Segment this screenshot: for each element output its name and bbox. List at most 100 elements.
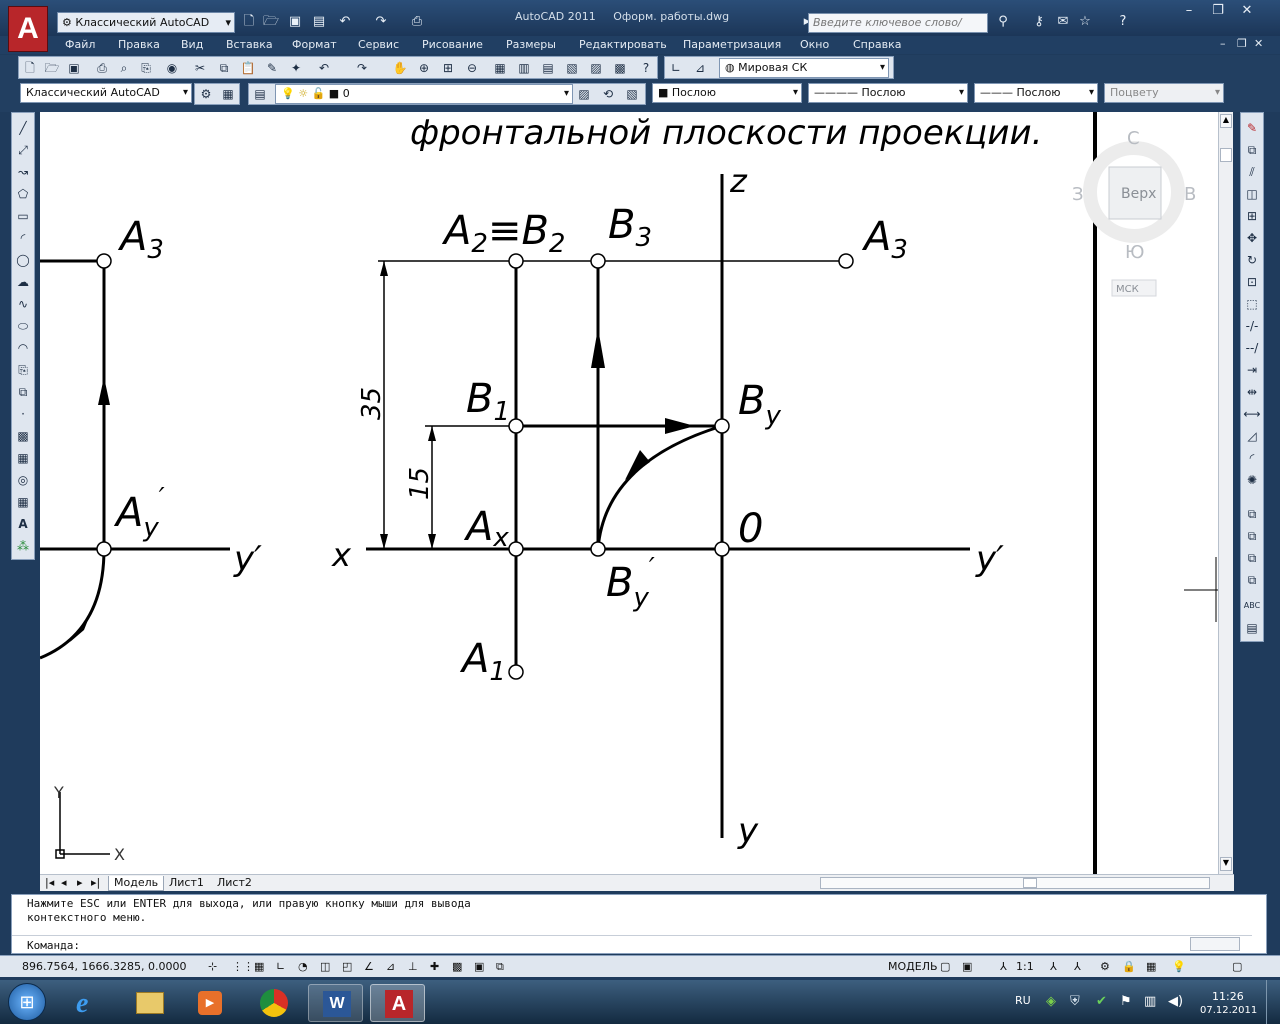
clock-date[interactable]: 07.12.2011 [1200, 1005, 1257, 1016]
zoom-previous-icon[interactable]: ⊖ [463, 59, 481, 77]
add-selected-icon[interactable]: ⁂ [14, 537, 32, 555]
sheet-set-icon[interactable]: ▧ [563, 59, 581, 77]
workspace-settings-icon[interactable]: ⚙ [197, 85, 215, 103]
menu-edit[interactable]: Правка [118, 38, 160, 51]
lineweight-select[interactable]: ——— Послою [974, 83, 1098, 103]
region-icon[interactable]: ◎ [14, 471, 32, 489]
nvidia-icon[interactable]: ◈ [1046, 994, 1056, 1009]
menu-window[interactable]: Окно [800, 38, 829, 51]
object-snap-icon[interactable]: ◫ [320, 958, 330, 975]
restore-button[interactable]: ❐ [1205, 2, 1231, 20]
ortho-mode-icon[interactable]: ∟ [276, 958, 285, 975]
join-icon[interactable]: ⟷ [1243, 405, 1261, 423]
taskbar-explorer[interactable] [122, 984, 177, 1022]
open-folder-icon[interactable]: 🗁 [262, 13, 280, 31]
transparency-icon[interactable]: ▩ [452, 958, 462, 975]
draw-order-back-icon[interactable]: ⧉ [1243, 527, 1261, 545]
tab-model[interactable]: Модель [108, 876, 165, 891]
spline-icon[interactable]: ∿ [14, 295, 32, 313]
menu-view[interactable]: Вид [181, 38, 203, 51]
clock-time[interactable]: 11:26 [1212, 990, 1244, 1003]
volume-icon[interactable]: ◀) [1168, 994, 1183, 1009]
layer-previous-icon[interactable]: ⟲ [599, 85, 617, 103]
copy-icon[interactable]: ⧉ [215, 59, 233, 77]
search-input[interactable]: Введите ключевое слово/фразу [808, 13, 988, 47]
workspace-switching-icon[interactable]: ⚙ [1100, 958, 1110, 975]
command-scrollbar[interactable] [1190, 937, 1240, 951]
draw-order-front-icon[interactable]: ⧉ [1243, 505, 1261, 523]
tool-palettes-icon[interactable]: ▤ [539, 59, 557, 77]
print-icon[interactable]: ⎙ [408, 13, 426, 31]
workspace-select[interactable]: Классический AutoCAD [20, 83, 192, 103]
redo-icon[interactable]: ↷ [372, 13, 390, 31]
ucs-world-icon[interactable]: ⊿ [691, 59, 709, 77]
layer-state-icon[interactable]: ▧ [623, 85, 641, 103]
network-icon[interactable]: ▥ [1144, 994, 1156, 1009]
annotation-visibility-icon[interactable]: ⅄ [1050, 958, 1057, 975]
workspace-save-icon[interactable]: ▦ [219, 85, 237, 103]
arc-icon[interactable]: ◜ [14, 229, 32, 247]
taskbar-word[interactable]: W [308, 984, 363, 1022]
horizontal-scrollbar[interactable] [820, 877, 1210, 889]
markup-icon[interactable]: ▨ [587, 59, 605, 77]
rectangle-icon[interactable]: ▭ [14, 207, 32, 225]
polyline-icon[interactable]: ↝ [14, 163, 32, 181]
point-icon[interactable]: · [14, 405, 32, 423]
ucs-select[interactable]: ◍ Мировая СК [719, 58, 889, 78]
doc-close-button[interactable]: ✕ [1254, 37, 1263, 50]
qnew-icon[interactable]: 🗋 [21, 59, 39, 77]
mirror-icon[interactable]: ⫽ [1243, 163, 1261, 181]
lineweight-icon[interactable]: ✚ [430, 958, 439, 975]
doc-restore-button[interactable]: ❐ [1237, 37, 1247, 50]
calculator-icon[interactable]: ▩ [611, 59, 629, 77]
erase-icon[interactable]: ✎ [1243, 119, 1261, 137]
snap-mode-icon[interactable]: ⋮⋮ [232, 958, 254, 975]
grid-display-icon[interactable]: ▦ [254, 958, 264, 975]
vertical-scroll-thumb[interactable] [1220, 148, 1232, 162]
make-block-icon[interactable]: ⧉ [14, 383, 32, 401]
menu-help[interactable]: Справка [853, 38, 901, 51]
viewcube-north[interactable]: С [1127, 128, 1140, 149]
isolate-objects-icon[interactable]: 💡 [1172, 958, 1186, 975]
menu-insert[interactable]: Вставка [226, 38, 273, 51]
hatch-icon[interactable]: ▩ [14, 427, 32, 445]
extend-icon[interactable]: --/ [1243, 339, 1261, 357]
viewcube-west[interactable]: З [1072, 184, 1084, 205]
save-as-icon[interactable]: ▤ [310, 13, 328, 31]
taskbar-ie[interactable]: e [62, 984, 117, 1022]
bring-above-icon[interactable]: ⧉ [1243, 549, 1261, 567]
3d-object-snap-icon[interactable]: ◰ [342, 958, 352, 975]
zoom-realtime-icon[interactable]: ⊕ [415, 59, 433, 77]
hardware-acceleration-icon[interactable]: ▦ [1146, 958, 1156, 975]
break-icon[interactable]: ⇹ [1243, 383, 1261, 401]
favorites-star-icon[interactable]: ☆ [1076, 13, 1094, 31]
layer-select[interactable]: 💡 ☼ 🔓 ■ 0 [275, 84, 573, 104]
trim-icon[interactable]: -/- [1243, 317, 1261, 335]
annotation-scale-icon[interactable]: ⅄ [1000, 958, 1007, 975]
ellipse-icon[interactable]: ⬭ [14, 317, 32, 335]
scroll-up-arrow[interactable]: ▲ [1220, 114, 1232, 128]
dynamic-ucs-icon[interactable]: ⊿ [386, 958, 395, 975]
3d-dwf-icon[interactable]: ◉ [163, 59, 181, 77]
multiline-text-icon[interactable]: A [14, 515, 32, 533]
offset-icon[interactable]: ◫ [1243, 185, 1261, 203]
command-prompt[interactable]: Команда: [27, 939, 80, 952]
block-editor-icon[interactable]: ✦ [287, 59, 305, 77]
properties-icon[interactable]: ▦ [491, 59, 509, 77]
circle-icon[interactable]: ◯ [14, 251, 32, 269]
help-icon[interactable]: ? [637, 59, 655, 77]
coordinates-readout[interactable]: 896.7564, 1666.3285, 0.0000 [22, 958, 186, 975]
hatch-back-icon[interactable]: ▤ [1243, 619, 1261, 637]
workspace-quick-select[interactable]: ⚙ Классический AutoCAD ▾ [57, 12, 235, 33]
match-properties-icon[interactable]: ✎ [263, 59, 281, 77]
construction-line-icon[interactable]: ⤢ [14, 141, 32, 159]
viewcube-east[interactable]: В [1184, 184, 1196, 205]
tab-sheet2[interactable]: Лист2 [212, 876, 257, 891]
help-icon[interactable]: ? [1114, 13, 1132, 31]
language-indicator[interactable]: RU [1015, 994, 1031, 1007]
save-icon[interactable]: ▣ [286, 13, 304, 31]
revision-cloud-icon[interactable]: ☁ [14, 273, 32, 291]
polar-tracking-icon[interactable]: ◔ [298, 958, 308, 975]
selection-cycling-icon[interactable]: ⧉ [496, 958, 504, 975]
binoculars-icon[interactable]: ⚲ [994, 13, 1012, 31]
